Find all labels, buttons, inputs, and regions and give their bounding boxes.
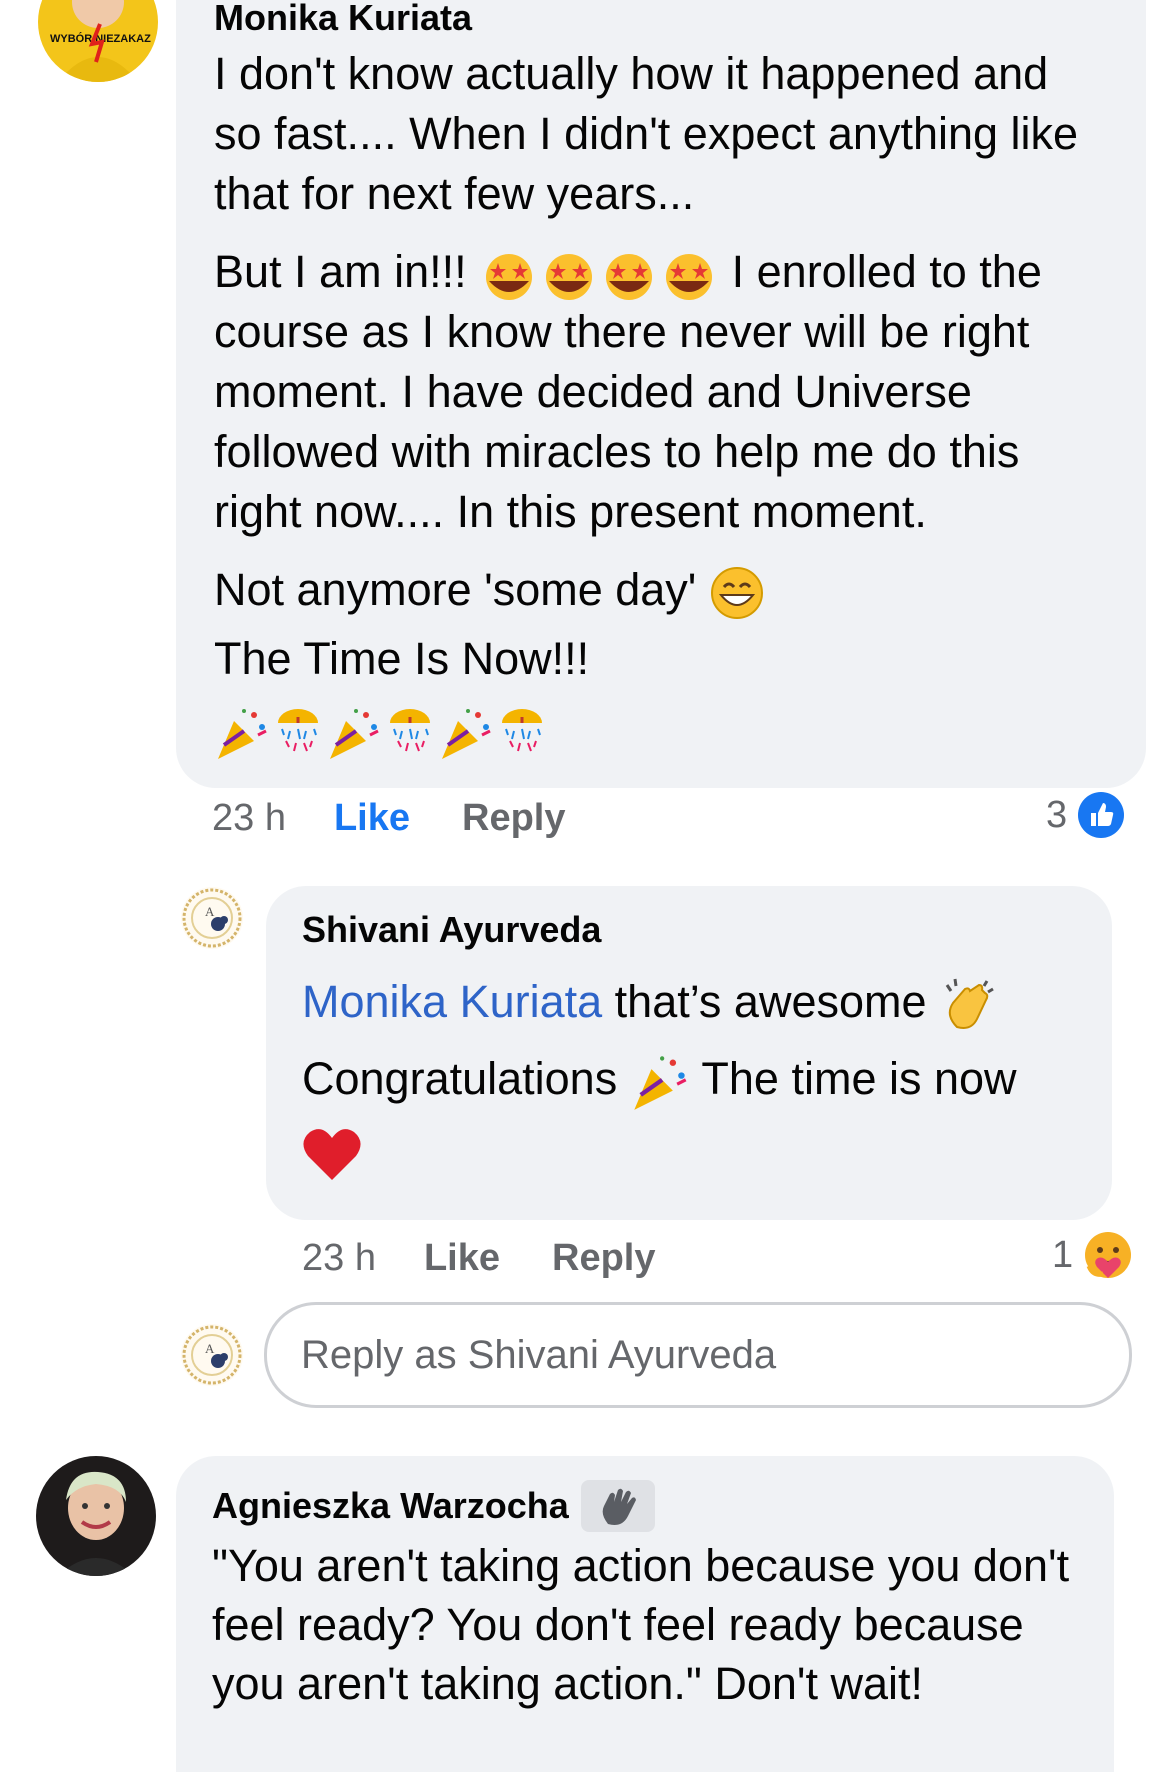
comment-bubble-shivani: Shivani Ayurveda Monika Kuriata that’s a… — [266, 886, 1112, 1220]
comment-bubble-monika: Monika Kuriata I don't know actually how… — [176, 0, 1146, 788]
confetti-ball-emoji-icon — [270, 705, 326, 761]
svg-text:A: A — [205, 1341, 215, 1356]
comment-author[interactable]: Monika Kuriata — [214, 0, 1106, 38]
comment-author-row: Agnieszka Warzocha — [212, 1480, 1080, 1532]
party-popper-emoji-icon — [326, 705, 382, 761]
avatar-agnieszka[interactable] — [36, 1456, 156, 1576]
comment-timestamp[interactable]: 23 h — [302, 1237, 376, 1280]
party-popper-emoji-icon — [214, 705, 270, 761]
party-popper-emoji-icon — [630, 1052, 690, 1112]
red-heart-emoji-icon — [302, 1126, 1076, 1187]
reaction-count: 1 — [1052, 1233, 1074, 1276]
avatar-shivani[interactable]: A — [180, 886, 244, 950]
comment-paragraph-3-text: Not anymore 'some day' — [214, 564, 697, 615]
comment-author[interactable]: Agnieszka Warzocha — [212, 1484, 569, 1528]
comment-actions-monika: 23 h Like Reply — [212, 793, 618, 843]
reply-button[interactable]: Reply — [462, 797, 565, 840]
star-struck-emoji-icon — [479, 249, 539, 301]
comment-actions-shivani: 23 h Like Reply — [302, 1233, 708, 1283]
confetti-ball-emoji-icon — [494, 705, 550, 761]
reaction-summary-shivani[interactable]: 1 — [1052, 1230, 1133, 1280]
comments-thread: WYBÓR NIEZAKAZ Monika Kuriata I don't kn… — [0, 0, 1170, 1772]
comment-line-2-start: Congratulations — [302, 1053, 618, 1105]
comment-paragraph-2-start: But I am in!!! — [214, 246, 467, 297]
comment-line-2-end: The time is now — [701, 1053, 1017, 1105]
star-struck-emoji-icon — [599, 249, 659, 301]
reaction-count: 3 — [1046, 793, 1068, 836]
svg-text:A: A — [205, 904, 215, 919]
mention-link[interactable]: Monika Kuriata — [302, 976, 602, 1027]
care-reaction-icon — [1083, 1230, 1133, 1280]
reply-input[interactable] — [264, 1302, 1132, 1408]
comment-paragraph-3: Not anymore 'some day' — [214, 560, 1106, 621]
comment-paragraph-2: But I am in!!! I enrolled to the course … — [214, 242, 1119, 542]
comment-text: "You aren't taking action because you do… — [212, 1540, 1070, 1709]
avatar-monika[interactable]: WYBÓR NIEZAKAZ — [38, 0, 158, 82]
comment-bubble-agnieszka: Agnieszka Warzocha "You aren't taking ac… — [176, 1456, 1114, 1772]
star-struck-emoji-icon — [659, 249, 719, 301]
like-thumb-icon — [1077, 791, 1125, 839]
comment-author[interactable]: Shivani Ayurveda — [302, 908, 1076, 952]
comment-line-1-text: that’s awesome — [614, 976, 927, 1027]
like-button[interactable]: Like — [334, 797, 410, 840]
avatar-current-user: A — [180, 1323, 244, 1387]
star-struck-emoji-icon — [539, 249, 599, 301]
reaction-summary-monika[interactable]: 3 — [1046, 790, 1125, 840]
confetti-ball-emoji-icon — [382, 705, 438, 761]
waving-hand-badge-icon — [580, 1480, 655, 1532]
comment-timestamp[interactable]: 23 h — [212, 797, 286, 840]
comment-paragraph-1: I don't know actually how it happened an… — [214, 48, 1079, 219]
comment-paragraph-4: The Time Is Now!!! — [214, 633, 590, 685]
party-popper-emoji-icon — [438, 705, 494, 761]
comment-line-1: Monika Kuriata that’s awesome — [302, 972, 1076, 1035]
party-emoji-row — [214, 705, 1106, 761]
comment-line-2: Congratulations The time is now — [302, 1049, 1076, 1112]
reply-button[interactable]: Reply — [552, 1237, 655, 1280]
grinning-emoji-icon — [709, 565, 765, 621]
clapping-hands-emoji-icon — [939, 975, 999, 1035]
like-button[interactable]: Like — [424, 1237, 500, 1280]
